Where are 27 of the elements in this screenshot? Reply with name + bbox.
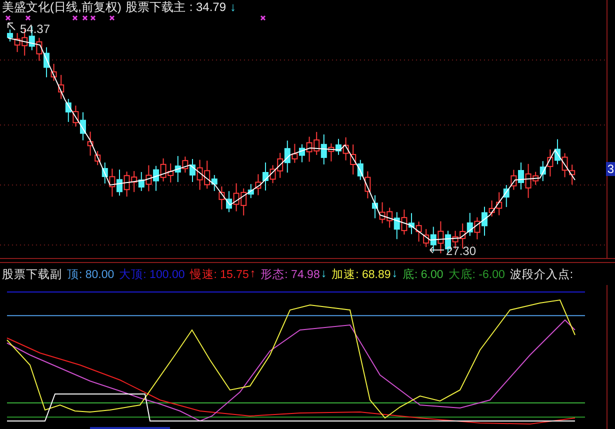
legend-item: 波段介入点:: [510, 268, 574, 282]
marker-icon: [109, 15, 115, 21]
low-price-label: 27.30: [446, 244, 476, 258]
chart-title: 美盛文化(日线,前复权): [2, 0, 122, 14]
legend-item: 慢速: 15.75: [190, 268, 249, 282]
arrow-icon: [430, 246, 444, 254]
price-tag: 3: [606, 162, 615, 176]
marker-icon: [260, 15, 266, 21]
arrow-icon: [8, 22, 16, 30]
trend-arrow: ↓: [230, 0, 236, 14]
trend-arrow: ↓: [392, 268, 398, 280]
legend-item: 大顶: 100.00: [119, 268, 185, 282]
indicator-name: 股票下载副: [2, 268, 62, 282]
marker-icon: [90, 15, 96, 21]
marker-icon: [5, 15, 11, 21]
marker-icon: [25, 15, 31, 21]
legend-item: 顶: 80.00: [67, 268, 114, 282]
legend-item: 大底: -6.00: [448, 267, 505, 282]
legend-item: 加速: 68.89: [332, 268, 391, 282]
legend-item: 底: 6.00: [402, 267, 444, 282]
trend-arrow: ↓: [320, 268, 327, 280]
indicator-value: : 34.79: [189, 0, 226, 14]
legend-item: 形态: 74.98: [260, 268, 320, 282]
marker-icon: [82, 15, 88, 21]
indicator-name: 股票下载主: [125, 0, 186, 14]
trend-arrow: ↑: [250, 268, 256, 280]
marker-icon: [72, 15, 78, 21]
